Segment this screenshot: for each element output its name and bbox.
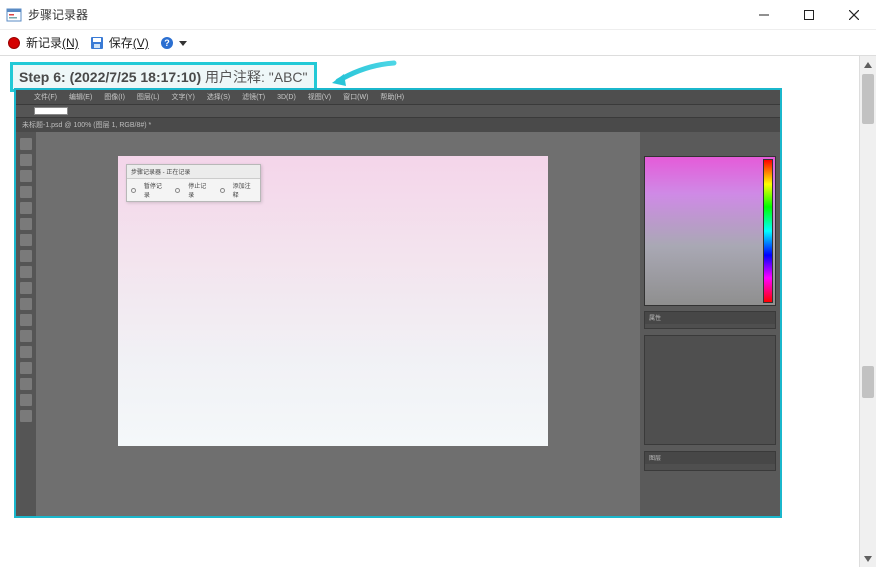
radio-icon: [220, 188, 225, 193]
save-label: 保存(V): [109, 34, 149, 51]
inner-right-panels: 属性 图层: [640, 132, 780, 516]
inner-menu-item: 编辑(E): [69, 92, 92, 102]
step-description: 用户注释: "ABC": [205, 69, 308, 85]
inner-windows-taskbar: 18:16 2022/7/25: [16, 516, 780, 518]
inner-panel-header: 图层: [645, 452, 775, 464]
inner-dialog-row: 暂停记录 停止记录 添加注释: [127, 179, 260, 201]
inner-menu-item: 帮助(H): [380, 92, 404, 102]
inner-menu-item: 视图(V): [308, 92, 331, 102]
inner-tab-label: 未标题-1.psd @ 100% (图层 1, RGB/8#) *: [22, 120, 151, 130]
inner-body: 步骤记录器 - 正在记录 暂停记录 停止记录 添加注释 属性: [16, 132, 780, 516]
annotation-arrow-icon: [330, 59, 400, 89]
inner-dialog-label: 添加注释: [233, 181, 256, 199]
inner-hue-strip: [763, 159, 773, 303]
inner-tool-icon: [20, 378, 32, 390]
inner-tool-icon: [20, 186, 32, 198]
content-area: Step 6: (2022/7/25 18:17:10) 用户注释: "ABC"…: [0, 56, 876, 567]
toolbar: 新记录(N) 保存(V) ?: [0, 30, 876, 56]
inner-dialog-label: 暂停记录: [144, 181, 167, 199]
step-timestamp: Step 6: (2022/7/25 18:17:10): [19, 69, 205, 85]
close-button[interactable]: [831, 0, 876, 30]
window-title: 步骤记录器: [28, 6, 741, 23]
inner-options-bar: [16, 104, 780, 118]
inner-menu-item: 窗口(W): [343, 92, 368, 102]
radio-icon: [175, 188, 180, 193]
inner-panel: 属性: [644, 311, 776, 329]
maximize-button[interactable]: [786, 0, 831, 30]
app-icon: [6, 7, 22, 23]
inner-dialog-title: 步骤记录器 - 正在记录: [127, 165, 260, 179]
inner-tool-icon: [20, 282, 32, 294]
inner-menu-item: 文字(Y): [171, 92, 194, 102]
inner-panel: 图层: [644, 451, 776, 471]
inner-dialog-label: 停止记录: [188, 181, 211, 199]
inner-psr-dialog: 步骤记录器 - 正在记录 暂停记录 停止记录 添加注释: [126, 164, 261, 202]
inner-tool-icon: [20, 266, 32, 278]
help-icon: ?: [159, 35, 175, 51]
inner-tool-icon: [20, 346, 32, 358]
window-controls: [741, 0, 876, 30]
inner-panel-header: 属性: [645, 312, 775, 324]
inner-tool-icon: [20, 298, 32, 310]
radio-icon: [131, 188, 136, 193]
taskbar-clock: 18:16 2022/7/25: [749, 517, 776, 518]
inner-tool-icon: [20, 138, 32, 150]
dropdown-icon: [179, 36, 187, 50]
new-record-button[interactable]: 新记录(N): [6, 34, 79, 51]
inner-tool-icon: [20, 410, 32, 422]
inner-canvas-area: 步骤记录器 - 正在记录 暂停记录 停止记录 添加注释: [36, 132, 640, 516]
inner-tool-icon: [20, 202, 32, 214]
inner-panel: [644, 335, 776, 445]
inner-menu-item: 文件(F): [34, 92, 57, 102]
scroll-thumb[interactable]: [862, 74, 874, 124]
inner-menu-item: 滤镜(T): [242, 92, 265, 102]
save-button[interactable]: 保存(V): [89, 34, 149, 51]
inner-menu-item: 3D(D): [277, 94, 296, 101]
new-record-label: 新记录(N): [26, 34, 79, 51]
inner-menu-item: 图层(L): [137, 92, 160, 102]
record-icon: [6, 35, 22, 51]
inner-tool-icon: [20, 154, 32, 166]
inner-canvas: 步骤记录器 - 正在记录 暂停记录 停止记录 添加注释: [118, 156, 548, 446]
inner-color-panel: [644, 156, 776, 306]
inner-tool-icon: [20, 362, 32, 374]
inner-tool-icon: [20, 250, 32, 262]
inner-toolbox: [16, 132, 36, 516]
inner-tool-icon: [20, 394, 32, 406]
inner-tab-strip: 未标题-1.psd @ 100% (图层 1, RGB/8#) *: [16, 118, 780, 132]
inner-tool-icon: [20, 314, 32, 326]
vertical-scrollbar[interactable]: [859, 56, 876, 567]
scroll-thumb[interactable]: [862, 366, 874, 398]
inner-swatch: [34, 107, 68, 115]
help-button[interactable]: ?: [159, 35, 187, 51]
scroll-up-icon[interactable]: [860, 56, 876, 73]
svg-text:?: ?: [164, 38, 170, 48]
window-titlebar: 步骤记录器: [0, 0, 876, 30]
inner-menu-item: 选择(S): [207, 92, 230, 102]
inner-tool-icon: [20, 170, 32, 182]
inner-app-menubar: 文件(F) 编辑(E) 图像(I) 图层(L) 文字(Y) 选择(S) 滤镜(T…: [16, 90, 780, 104]
inner-tool-icon: [20, 218, 32, 230]
minimize-button[interactable]: [741, 0, 786, 30]
inner-menu-item: 图像(I): [104, 92, 125, 102]
step-screenshot: 文件(F) 编辑(E) 图像(I) 图层(L) 文字(Y) 选择(S) 滤镜(T…: [14, 88, 782, 518]
scroll-down-icon[interactable]: [860, 550, 876, 567]
inner-tool-icon: [20, 330, 32, 342]
save-icon: [89, 35, 105, 51]
inner-tool-icon: [20, 234, 32, 246]
